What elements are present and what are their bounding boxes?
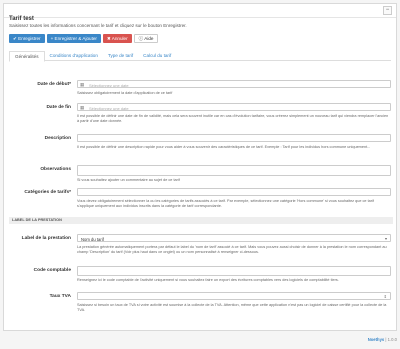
label-prestation-help: La prestation générée automatiquement po… <box>77 245 387 254</box>
section-label-prestation: LABEL DE LA PRESTATION <box>9 217 393 224</box>
description-field[interactable] <box>77 134 391 142</box>
categories-field[interactable] <box>77 188 391 196</box>
taux-tva-help: Saisissez si besoin un taux de TVA si vo… <box>77 303 387 312</box>
calendar-icon: ▦ <box>80 82 85 87</box>
code-comptable-field[interactable] <box>77 266 391 276</box>
tab-conditions[interactable]: Conditions d'application <box>45 51 103 61</box>
page-title: Tarif test <box>9 16 34 22</box>
intro-text: Saisissez toutes les informations concer… <box>9 23 187 28</box>
code-comptable-label: Code comptable <box>33 268 71 273</box>
date-fin-label: Date de fin <box>46 105 71 110</box>
observations-help: Si vous souhaitez ajouter un commentaire… <box>77 178 180 182</box>
calendar-icon: ▦ <box>80 105 85 110</box>
cancel-button[interactable]: ✖ Annuler <box>102 34 132 43</box>
label-prestation-value: Nom du tarif <box>81 236 104 242</box>
date-fin-field[interactable]: ▦ Sélectionnez une date <box>77 103 391 111</box>
taux-tva-field[interactable]: ⇕ <box>77 292 391 300</box>
tab-generalites[interactable]: Généralités <box>9 51 45 62</box>
date-debut-placeholder: Sélectionnez une date <box>89 82 129 88</box>
label-prestation-select[interactable]: Nom du tarif ▾ <box>77 234 391 242</box>
version-text: | 1.0.0 <box>385 337 397 342</box>
tab-bar: Généralités Conditions d'application Typ… <box>9 51 391 62</box>
panel-header: Tarif test − <box>4 4 396 22</box>
taux-tva-label: Taux TVA <box>49 294 71 299</box>
date-fin-placeholder: Sélectionnez une date <box>89 105 129 111</box>
tab-type-tarif[interactable]: Type de tarif <box>103 51 138 61</box>
stepper-icon[interactable]: ⇕ <box>384 294 387 299</box>
date-debut-field[interactable]: ▦ Sélectionnez une date <box>77 80 391 88</box>
label-prestation-label: Label de la prestation <box>21 236 71 241</box>
save-button[interactable]: ✔ Enregistrer <box>9 34 45 43</box>
code-comptable-help: Renseignez ici le code comptable de l'ac… <box>77 278 339 282</box>
tarif-panel: Tarif test − Saisissez toutes les inform… <box>3 3 397 331</box>
description-label: Description <box>44 136 71 141</box>
chevron-down-icon: ▾ <box>384 236 387 241</box>
toolbar: ✔ Enregistrer + Enregistrer & Ajouter ✖ … <box>4 28 396 43</box>
help-button[interactable]: ⓘ Aide <box>133 34 159 43</box>
categories-label: Catégories de tarifs* <box>24 190 71 195</box>
brand-name: Noethys <box>367 337 385 342</box>
observations-field[interactable] <box>77 165 391 176</box>
date-debut-label: Date de début* <box>37 82 71 87</box>
categories-help: Vous devez obligatoirement sélectionner … <box>77 199 374 208</box>
footer: Noethys | 1.0.0 <box>0 337 397 342</box>
date-fin-help: Il est possible de définir une date de f… <box>77 114 389 123</box>
collapse-icon[interactable]: − <box>383 6 392 15</box>
save-add-button[interactable]: + Enregistrer & Ajouter <box>46 34 101 43</box>
observations-label: Observations <box>40 167 71 172</box>
tab-calcul-tarif[interactable]: Calcul du tarif <box>138 51 176 61</box>
date-debut-help: Saisissez obligatoirement la date d'appl… <box>77 91 173 95</box>
description-help: Il est possible de définir une descripti… <box>77 145 371 149</box>
